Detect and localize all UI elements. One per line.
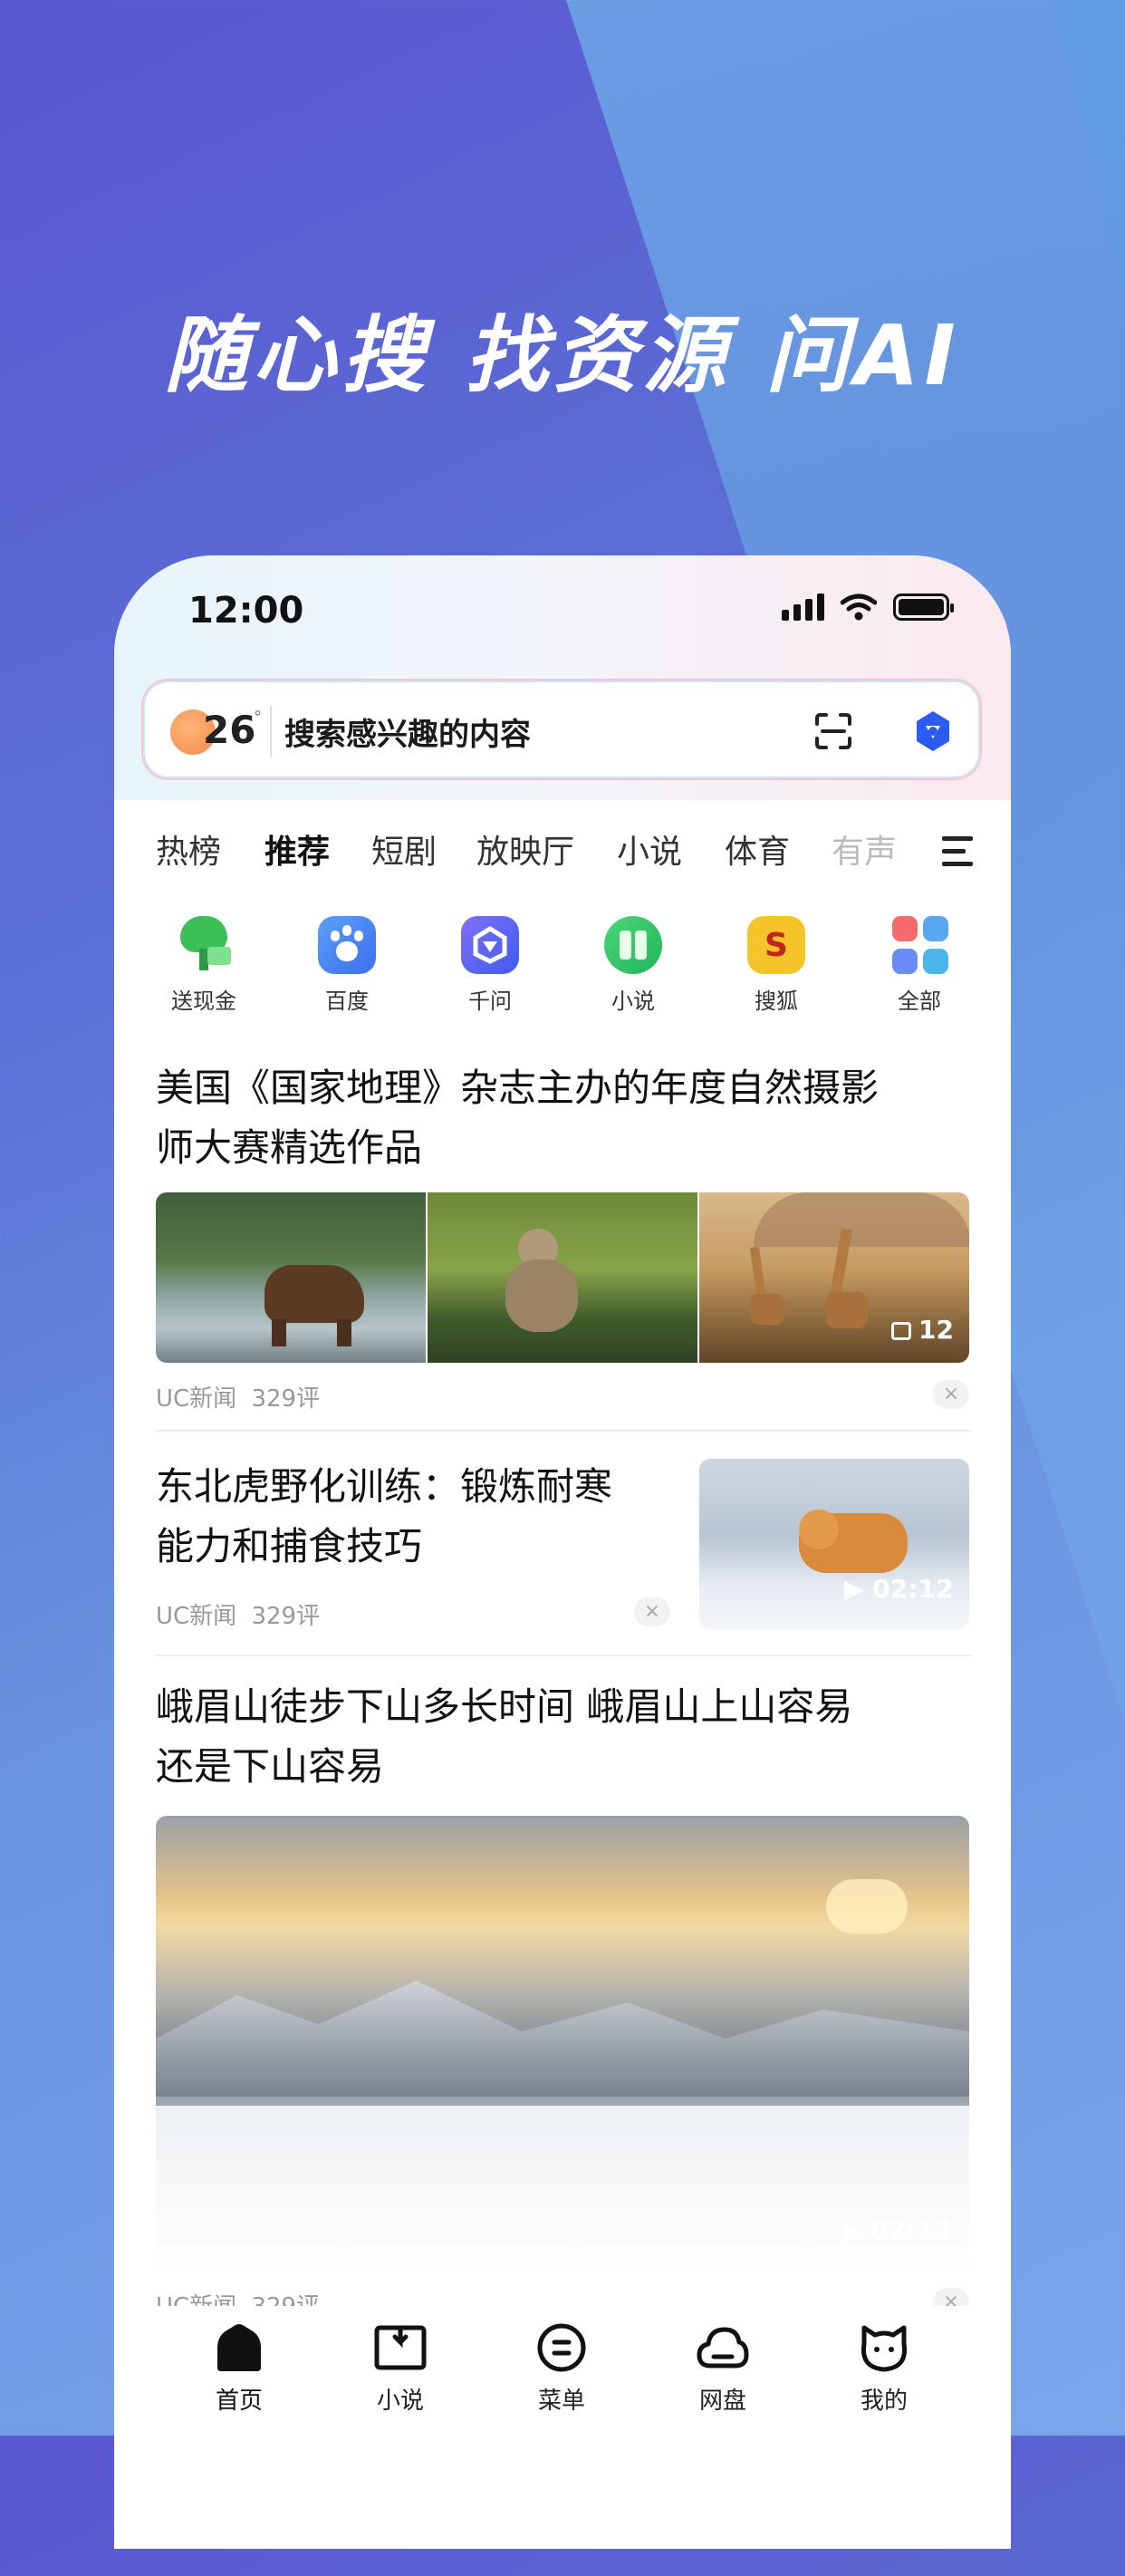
quick-links: 送现金 百度 千问 小说 S 搜狐 全部	[114, 900, 1011, 1036]
nav-label: 菜单	[537, 2388, 585, 2415]
tab-hot[interactable]: 热榜	[156, 825, 221, 873]
search-bar[interactable]: 26 ° 搜索感兴趣的内容	[141, 679, 982, 780]
nav-label: 网盘	[698, 2388, 746, 2415]
quick-link-cash[interactable]: 送现金	[145, 900, 263, 1015]
quick-link-all[interactable]: 全部	[861, 900, 978, 1015]
tabs-menu-icon[interactable]	[942, 836, 973, 874]
weather-widget[interactable]: 26 °	[170, 706, 262, 757]
nav-label: 小说	[376, 2388, 424, 2415]
monkey-photo[interactable]	[428, 1192, 697, 1363]
tab-short-drama[interactable]: 短剧	[371, 825, 437, 873]
battery-icon	[893, 593, 954, 621]
quick-link-label: 送现金	[171, 989, 236, 1014]
ai-assistant-icon[interactable]	[909, 708, 957, 755]
video-duration-badge: ▶ 02:12	[844, 1574, 953, 1604]
nav-menu[interactable]: 菜单	[507, 2322, 616, 2416]
signal-icon	[782, 593, 824, 621]
scan-icon[interactable]	[813, 711, 853, 751]
quick-link-label: 百度	[325, 989, 369, 1014]
all-apps-icon	[890, 916, 948, 974]
article-card[interactable]: 峨眉山徒步下山多长时间 峨眉山上山容易 还是下山容易	[156, 1677, 971, 1797]
feed-divider	[156, 1655, 971, 1656]
article-title-line: 美国《国家地理》杂志主办的年度自然摄影	[156, 1066, 880, 1110]
quick-link-label: 小说	[611, 989, 655, 1014]
nav-profile[interactable]: 我的	[830, 2322, 938, 2416]
feed-divider	[156, 1430, 971, 1432]
dismiss-close-icon[interactable]: ×	[933, 1380, 969, 1409]
quick-link-qianwen[interactable]: 千问	[431, 900, 549, 1015]
article-title-line: 东北虎野化训练：锻炼耐寒	[156, 1464, 613, 1509]
video-duration: 02:12	[872, 1574, 954, 1604]
search-divider	[270, 706, 272, 757]
article-title: 美国《国家地理》杂志主办的年度自然摄影 师大赛精选作品	[156, 1058, 971, 1178]
dismiss-close-icon[interactable]: ×	[634, 1597, 670, 1626]
book-icon	[604, 916, 662, 974]
degree-symbol: °	[254, 708, 262, 727]
nav-label: 我的	[860, 2388, 908, 2415]
tab-audio[interactable]: 有声	[832, 825, 897, 873]
article-title-line: 师大赛精选作品	[156, 1125, 423, 1170]
article-meta: UC新闻 329评	[156, 1380, 320, 1413]
baidu-paw-icon	[318, 916, 376, 974]
article-card[interactable]: 东北虎野化训练：锻炼耐寒 能力和捕食技巧	[156, 1457, 699, 1577]
nav-label: 首页	[215, 2388, 263, 2415]
home-icon	[217, 2324, 261, 2371]
play-icon: ▶	[844, 1574, 864, 1604]
book-icon	[374, 2325, 427, 2370]
article-comments: 329评	[251, 1385, 321, 1413]
nav-home[interactable]: 首页	[185, 2322, 293, 2416]
sohu-icon: S	[747, 916, 805, 974]
quick-link-sohu[interactable]: S 搜狐	[717, 900, 835, 1015]
status-bar: 12:00	[114, 555, 1011, 673]
profile-icon	[861, 2325, 908, 2372]
mountain-video-thumbnail[interactable]	[156, 1816, 969, 2273]
video-duration: 02:12	[870, 2215, 952, 2245]
wifi-icon	[841, 593, 877, 621]
tree-cash-icon	[175, 916, 233, 974]
article-title-line: 峨眉山徒步下山多长时间 峨眉山上山容易	[156, 1684, 853, 1729]
bottom-navigation: 首页 小说 菜单 网盘 我的	[114, 2306, 1011, 2442]
nav-novel[interactable]: 小说	[346, 2322, 455, 2416]
quick-link-baidu[interactable]: 百度	[288, 900, 406, 1015]
nav-cloud-drive[interactable]: 网盘	[668, 2322, 777, 2416]
article-comments: 329评	[251, 1603, 321, 1630]
bear-photo[interactable]	[156, 1192, 426, 1363]
article-source: UC新闻	[156, 1603, 237, 1630]
quick-link-label: 千问	[468, 989, 512, 1014]
quick-link-label: 搜狐	[755, 989, 798, 1014]
channel-tabs: 热榜 推荐 短剧 放映厅 小说 体育 有声	[114, 800, 1011, 900]
status-time: 12:00	[188, 590, 304, 632]
image-count: 12	[918, 1315, 954, 1345]
gallery-icon	[891, 1322, 911, 1340]
article-source: UC新闻	[156, 1385, 237, 1413]
tab-recommend[interactable]: 推荐	[264, 825, 330, 873]
play-icon: ▶	[842, 2215, 862, 2245]
article-title-line: 能力和捕食技巧	[156, 1524, 423, 1568]
article-meta: UC新闻 329评	[156, 1597, 320, 1631]
article-title: 东北虎野化训练：锻炼耐寒 能力和捕食技巧	[156, 1457, 699, 1577]
article-card[interactable]: 美国《国家地理》杂志主办的年度自然摄影 师大赛精选作品	[156, 1058, 971, 1178]
image-count-badge: 12	[891, 1315, 954, 1345]
status-icons	[782, 593, 954, 621]
qianwen-icon	[461, 916, 519, 974]
tab-novel[interactable]: 小说	[617, 825, 682, 873]
tab-cinema[interactable]: 放映厅	[476, 825, 574, 873]
phone-frame: 12:00 26 ° 搜索感兴趣的内容 热榜 推荐 短剧 放映厅 小说 体育 有…	[114, 555, 1011, 2549]
menu-icon	[537, 2323, 586, 2372]
quick-link-novel[interactable]: 小说	[574, 900, 692, 1015]
article-title: 峨眉山徒步下山多长时间 峨眉山上山容易 还是下山容易	[156, 1677, 971, 1797]
quick-link-label: 全部	[898, 989, 941, 1014]
cloud-drive-icon	[697, 2327, 749, 2369]
tab-sports[interactable]: 体育	[725, 825, 790, 873]
video-duration-badge: ▶ 02:12	[842, 2215, 951, 2245]
temperature: 26	[203, 708, 256, 752]
article-title-line: 还是下山容易	[156, 1744, 385, 1789]
search-input[interactable]: 搜索感兴趣的内容	[284, 709, 531, 754]
promo-headline: 随心搜 找资源 问AI	[164, 307, 961, 404]
